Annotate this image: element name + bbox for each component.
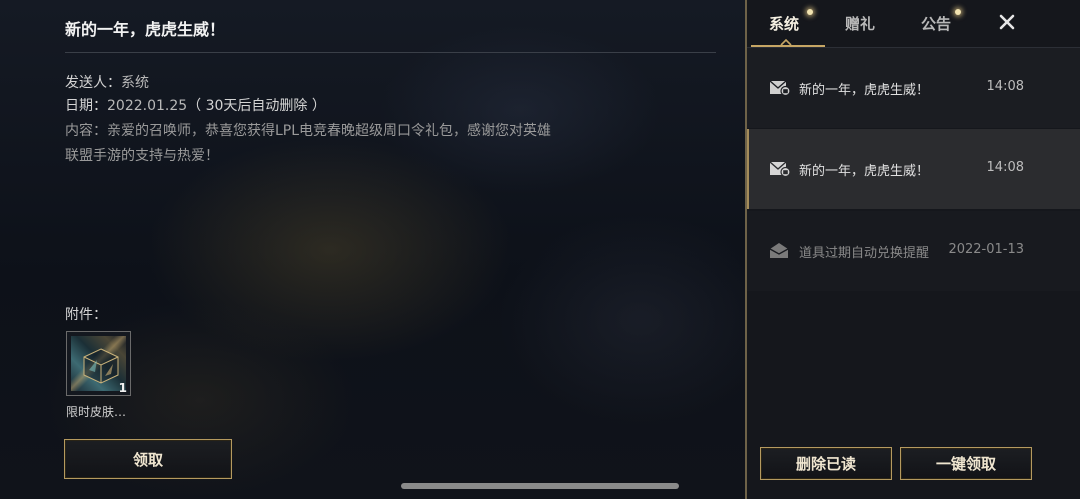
mail-time: 2022-01-13 (948, 242, 1024, 257)
mail-list-item-selected[interactable]: 新的一年，虎虎生威！ 14:08 (747, 129, 1080, 209)
mail-subject: 道具过期自动兑换提醒 (799, 246, 930, 261)
close-icon[interactable] (998, 13, 1016, 31)
mail-subject: 新的一年，虎虎生威！ (799, 164, 930, 179)
auto-delete-note: （ 30天后自动删除 ） (187, 98, 326, 114)
mail-list-item[interactable]: 道具过期自动兑换提醒 2022-01-13 (747, 211, 1080, 291)
date-line: 日期：2022.01.25（ 30天后自动删除 ） (65, 95, 326, 115)
mail-title: 新的一年，虎虎生威！ (65, 20, 226, 39)
mail-detail-pane: 新的一年，虎虎生威！ 发送人：系统 日期：2022.01.25（ 30天后自动删… (0, 0, 745, 499)
tab-notice-notification-dot (955, 9, 961, 15)
active-tab-caret-icon (780, 38, 792, 46)
sender-value: 系统 (121, 75, 149, 91)
attachment-item-slot[interactable]: 1 (66, 331, 131, 396)
claim-button[interactable]: 领取 (64, 439, 232, 479)
tab-system-notification-dot (807, 9, 813, 15)
mail-gift-icon (769, 161, 791, 177)
attachment-name: 限时皮肤… (66, 405, 127, 419)
date-label: 日期： (65, 98, 107, 114)
mail-time: 14:08 (986, 79, 1024, 94)
mail-content: 内容：亲爱的召唤师，恭喜您获得LPL电竞春晚超级周口令礼包，感谢您对英雄联盟手游… (65, 123, 552, 164)
tab-system[interactable]: 系统 (769, 13, 799, 34)
mail-tabs: 系统 赠礼 公告 (747, 0, 1080, 48)
title-divider (65, 52, 716, 53)
delete-read-button[interactable]: 删除已读 (760, 447, 892, 480)
date-value: 2022.01.25 (107, 98, 188, 114)
attachments-label: 附件： (65, 307, 107, 323)
tab-notice[interactable]: 公告 (921, 13, 951, 34)
mail-time: 14:08 (986, 160, 1024, 175)
tab-gift[interactable]: 赠礼 (845, 13, 875, 34)
sender-label: 发送人： (65, 75, 121, 91)
mail-gift-icon (769, 80, 791, 96)
attachment-count: 1 (118, 381, 127, 395)
mail-read-icon (769, 243, 789, 258)
mail-subject: 新的一年，虎虎生威！ (799, 83, 930, 98)
sender-line: 发送人：系统 (65, 72, 149, 92)
home-indicator[interactable] (401, 483, 679, 489)
mail-list-item[interactable]: 新的一年，虎虎生威！ 14:08 (747, 48, 1080, 128)
mail-list-panel: 系统 赠礼 公告 新的一年，虎虎生威！ 14:08 新的一年，虎虎生威！ 14:… (745, 0, 1080, 499)
chest-cube-icon (83, 348, 119, 384)
claim-all-button[interactable]: 一键领取 (900, 447, 1032, 480)
